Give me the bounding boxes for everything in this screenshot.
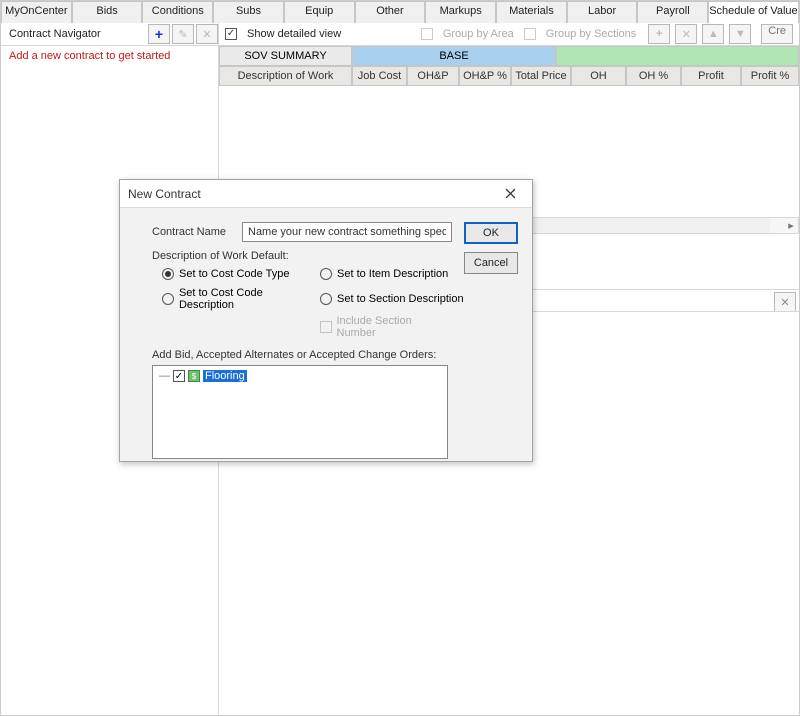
group-area-label: Group by Area bbox=[443, 28, 514, 40]
delete-contract-button[interactable]: ✕ bbox=[196, 24, 218, 44]
add-contract-button[interactable]: + bbox=[148, 24, 170, 44]
col-total[interactable]: Total Price bbox=[511, 66, 571, 86]
radio-label: Set to Cost Code Type bbox=[179, 268, 289, 280]
col-profit-pct[interactable]: Profit % bbox=[741, 66, 799, 86]
tab-myoncenter[interactable]: MyOnCenter bbox=[1, 1, 72, 23]
desc-default-group: Description of Work Default: Set to Cost… bbox=[152, 250, 448, 339]
tab-schedule-of-values[interactable]: Schedule of Values bbox=[708, 1, 799, 23]
triangle-up-icon: ▲ bbox=[708, 28, 719, 40]
right-toolbar: Show detailed view Group by Area Group b… bbox=[219, 23, 799, 45]
create-button[interactable]: Cre bbox=[761, 24, 793, 44]
tab-subs[interactable]: Subs bbox=[213, 1, 284, 23]
contract-name-label: Contract Name bbox=[152, 226, 234, 238]
triangle-down-icon: ▼ bbox=[735, 28, 746, 40]
radio-cost-code-type[interactable]: Set to Cost Code Type bbox=[162, 268, 320, 280]
col-ohp-pct[interactable]: OH&P % bbox=[459, 66, 511, 86]
tab-other[interactable]: Other bbox=[355, 1, 426, 23]
new-contract-dialog: New Contract OK Cancel Contract Name Des… bbox=[119, 179, 533, 462]
tab-conditions[interactable]: Conditions bbox=[142, 1, 213, 23]
desc-group-label: Description of Work Default: bbox=[152, 250, 448, 262]
radio-label: Set to Cost Code Description bbox=[179, 287, 320, 311]
bid-icon bbox=[188, 370, 200, 382]
radio-icon bbox=[320, 268, 332, 280]
group-headings: SOV SUMMARY BASE bbox=[219, 46, 799, 66]
tb-down-button[interactable]: ▼ bbox=[729, 24, 751, 44]
tree-item-label: Flooring bbox=[203, 370, 247, 382]
include-section-label: Include Section Number bbox=[337, 315, 449, 339]
radio-label: Set to Item Description bbox=[337, 268, 448, 280]
dialog-title: New Contract bbox=[128, 187, 496, 201]
tree-connector-icon: — bbox=[159, 370, 170, 382]
add-bid-label: Add Bid, Accepted Alternates or Accepted… bbox=[152, 349, 518, 361]
gh-extras bbox=[556, 46, 799, 66]
ok-button[interactable]: OK bbox=[464, 222, 518, 244]
group-area-checkbox[interactable] bbox=[421, 28, 433, 40]
dialog-close-button[interactable] bbox=[496, 183, 524, 205]
plus-icon: + bbox=[656, 28, 662, 40]
group-sections-checkbox[interactable] bbox=[524, 28, 536, 40]
col-oh[interactable]: OH bbox=[571, 66, 626, 86]
gh-sov: SOV SUMMARY bbox=[219, 46, 352, 66]
tab-labor[interactable]: Labor bbox=[567, 1, 638, 23]
tab-bids[interactable]: Bids bbox=[72, 1, 143, 23]
include-section-row: Include Section Number bbox=[320, 315, 448, 339]
dialog-buttons: OK Cancel bbox=[464, 222, 518, 274]
close-detail-button[interactable]: ✕ bbox=[774, 292, 796, 312]
tab-payroll[interactable]: Payroll bbox=[637, 1, 708, 23]
tab-markups[interactable]: Markups bbox=[425, 1, 496, 23]
radio-icon bbox=[162, 293, 174, 305]
tab-equip[interactable]: Equip bbox=[284, 1, 355, 23]
tree-item-flooring[interactable]: — Flooring bbox=[159, 370, 441, 382]
col-profit[interactable]: Profit bbox=[681, 66, 741, 86]
pencil-icon: ✎ bbox=[178, 28, 187, 41]
edit-contract-button[interactable]: ✎ bbox=[172, 24, 194, 44]
col-desc[interactable]: Description of Work bbox=[219, 66, 352, 86]
col-oh-pct[interactable]: OH % bbox=[626, 66, 681, 86]
dialog-body: OK Cancel Contract Name Description of W… bbox=[120, 208, 532, 469]
main-tabs: MyOnCenterBidsConditionsSubsEquipOtherMa… bbox=[1, 1, 799, 23]
tb-delete-button[interactable]: ✕ bbox=[675, 24, 697, 44]
contract-name-input[interactable] bbox=[242, 222, 452, 242]
close-icon bbox=[505, 188, 516, 199]
include-section-checkbox bbox=[320, 321, 332, 333]
navigator-header: Contract Navigator + ✎ ✕ bbox=[1, 23, 219, 45]
radio-cost-code-desc[interactable]: Set to Cost Code Description bbox=[162, 287, 320, 311]
group-sections-label: Group by Sections bbox=[546, 28, 637, 40]
cancel-button[interactable]: Cancel bbox=[464, 252, 518, 274]
tb-plus-button[interactable]: + bbox=[648, 24, 670, 44]
col-ohp[interactable]: OH&P bbox=[407, 66, 459, 86]
bid-tree[interactable]: — Flooring bbox=[152, 365, 448, 459]
show-detailed-checkbox[interactable] bbox=[225, 28, 237, 40]
radio-icon bbox=[320, 293, 332, 305]
show-detailed-label: Show detailed view bbox=[247, 28, 341, 40]
col-jobcost[interactable]: Job Cost bbox=[352, 66, 407, 86]
column-headings: Description of Work Job Cost OH&P OH&P %… bbox=[219, 66, 799, 86]
tab-materials[interactable]: Materials bbox=[496, 1, 567, 23]
scroll-right-icon[interactable]: ▸ bbox=[784, 219, 798, 232]
tree-checkbox[interactable] bbox=[173, 370, 185, 382]
navigator-hint: Add a new contract to get started bbox=[9, 50, 210, 62]
plus-icon: + bbox=[155, 26, 163, 42]
x-icon: ✕ bbox=[682, 28, 691, 41]
toolbar-row: Contract Navigator + ✎ ✕ Show detailed v… bbox=[1, 23, 799, 46]
dialog-titlebar[interactable]: New Contract bbox=[120, 180, 532, 208]
x-icon: ✕ bbox=[202, 28, 211, 41]
radio-item-desc[interactable]: Set to Item Description bbox=[320, 268, 470, 280]
gh-base: BASE bbox=[352, 46, 556, 66]
radio-icon bbox=[162, 268, 174, 280]
navigator-title: Contract Navigator bbox=[9, 28, 146, 40]
radio-section-desc[interactable]: Set to Section Description bbox=[320, 287, 470, 311]
tb-up-button[interactable]: ▲ bbox=[702, 24, 724, 44]
radio-label: Set to Section Description bbox=[337, 293, 464, 305]
